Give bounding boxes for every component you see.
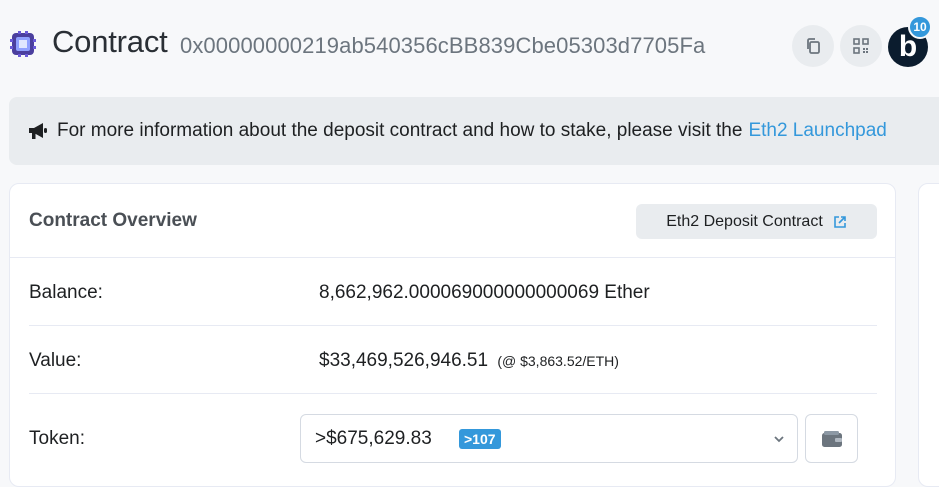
- eth2-launchpad-link[interactable]: Eth2 Launchpad: [748, 120, 886, 142]
- qr-code-button[interactable]: [840, 25, 882, 67]
- token-value: >$675,629.83: [315, 428, 432, 449]
- contract-overview-card: Contract Overview Eth2 Deposit Contract …: [9, 183, 896, 487]
- balance-value: 8,662,962.000069000000000069 Ether: [319, 282, 650, 303]
- value-amount: $33,469,526,946.51: [319, 350, 489, 371]
- info-alert: For more information about the deposit c…: [9, 97, 939, 165]
- megaphone-icon: [29, 123, 47, 139]
- alert-text: For more information about the deposit c…: [57, 120, 743, 141]
- token-holdings-dropdown[interactable]: >$675,629.83 >107: [300, 414, 798, 463]
- card-header: Contract Overview Eth2 Deposit Contract: [10, 184, 895, 258]
- card-title: Contract Overview: [29, 210, 197, 231]
- deposit-button-label: Eth2 Deposit Contract: [666, 212, 823, 230]
- user-avatar-button[interactable]: b 10: [888, 15, 932, 67]
- token-label: Token:: [29, 428, 85, 449]
- wallet-button[interactable]: [805, 414, 858, 463]
- side-card-partial: [918, 183, 939, 487]
- value-row: Value: $33,469,526,946.51 (@ $3,863.52/E…: [29, 326, 877, 394]
- chevron-down-icon: [774, 436, 784, 443]
- notification-badge: 10: [908, 15, 932, 39]
- copy-icon: [807, 38, 820, 54]
- token-count-badge: >107: [459, 429, 501, 449]
- contract-address: 0x00000000219ab540356cBB839Cbe05303d7705…: [180, 33, 706, 58]
- eth-price-rate: (@ $3,863.52/ETH): [497, 353, 619, 369]
- balance-row: Balance: 8,662,962.000069000000000069 Et…: [29, 258, 877, 326]
- eth2-deposit-contract-button[interactable]: Eth2 Deposit Contract: [636, 204, 877, 239]
- contract-logo-icon: [10, 31, 36, 57]
- wallet-icon: [821, 430, 842, 447]
- value-label: Value:: [29, 350, 82, 371]
- external-link-icon: [833, 215, 846, 228]
- value-amount-wrap: $33,469,526,946.51 (@ $3,863.52/ETH): [319, 350, 619, 372]
- copy-address-button[interactable]: [792, 25, 834, 67]
- qr-code-icon: [853, 38, 869, 54]
- balance-label: Balance:: [29, 282, 103, 303]
- page-title: Contract: [52, 24, 168, 59]
- page-header: Contract 0x00000000219ab540356cBB839Cbe0…: [0, 0, 939, 90]
